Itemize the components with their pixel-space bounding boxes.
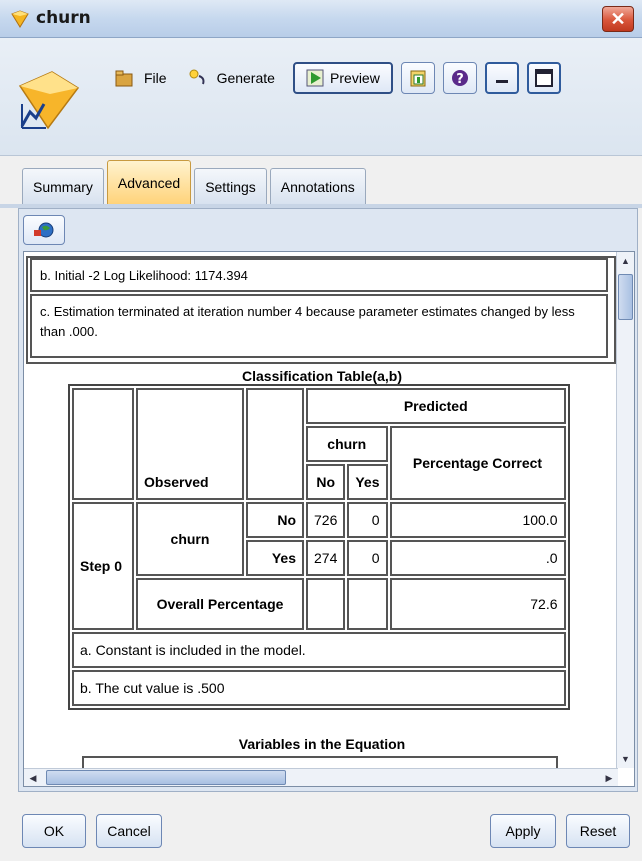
note-c: c. Estimation terminated at iteration nu… <box>30 294 608 358</box>
overall-label: Overall Percentage <box>136 578 304 630</box>
cell-no-no: 726 <box>306 502 346 538</box>
generate-icon <box>189 69 205 85</box>
node-header: File Generate Preview ? <box>0 38 642 156</box>
scroll-right-icon[interactable]: ▶ <box>600 769 618 786</box>
blank-header <box>246 388 304 500</box>
clipboard-button[interactable] <box>400 62 435 94</box>
variables-table-title: Variables in the Equation <box>238 736 406 752</box>
cell-yes-pct: .0 <box>389 540 566 576</box>
classification-table-title: Classification Table(a,b) <box>242 368 402 384</box>
horizontal-scroll-thumb[interactable] <box>46 770 286 785</box>
predicted-header: Predicted <box>306 388 566 424</box>
help-icon: ? <box>451 70 468 87</box>
cancel-button[interactable]: Cancel <box>96 814 162 848</box>
close-button[interactable]: ✕ <box>602 6 634 32</box>
note-b: b. Initial -2 Log Likelihood: 1174.394 <box>30 258 608 292</box>
overall-yes-cell <box>347 578 388 630</box>
export-output-button[interactable] <box>23 215 65 245</box>
cell-yes-yes: 0 <box>347 540 388 576</box>
cell-yes-no: 274 <box>306 540 346 576</box>
generate-menu[interactable]: Generate <box>177 62 285 94</box>
step-label: Step 0 <box>72 502 134 630</box>
close-icon: ✕ <box>610 9 626 29</box>
ok-button[interactable]: OK <box>22 814 86 848</box>
no-col-header: No <box>306 464 346 500</box>
vertical-scroll-thumb[interactable] <box>618 274 633 320</box>
yes-col-header: Yes <box>347 464 388 500</box>
classification-table: Observed Predicted churn Percentage Corr… <box>68 384 570 710</box>
tab-annotations[interactable]: Annotations <box>269 168 366 204</box>
corner-cell <box>72 388 134 500</box>
help-button[interactable]: ? <box>442 62 477 94</box>
footnote-b: b. The cut value is .500 <box>72 670 566 706</box>
file-menu-label: File <box>144 70 167 86</box>
file-menu[interactable]: File <box>104 62 177 94</box>
minimize-button[interactable] <box>484 62 519 94</box>
tab-summary[interactable]: Summary <box>22 168 104 204</box>
title-bar: churn ✕ <box>0 0 642 38</box>
diamond-node-icon <box>11 10 29 28</box>
preview-label: Preview <box>330 70 380 86</box>
tab-settings[interactable]: Settings <box>194 168 267 204</box>
dialog-footer: OK Cancel Apply Reset <box>0 800 642 861</box>
clipboard-icon <box>410 70 426 87</box>
horizontal-scrollbar[interactable]: ◀ ▶ <box>24 768 618 786</box>
model-nugget-icon <box>18 71 80 130</box>
apply-button[interactable]: Apply <box>490 814 556 848</box>
churn-col-header: churn <box>306 426 388 462</box>
preview-icon <box>306 69 324 87</box>
svg-text:?: ? <box>456 72 464 87</box>
scroll-down-icon[interactable]: ▼ <box>618 750 633 768</box>
minimize-icon <box>495 80 508 83</box>
cell-no-yes: 0 <box>347 502 388 538</box>
row-no-label: No <box>246 502 304 538</box>
preview-button[interactable]: Preview <box>292 62 393 94</box>
churn-row-label: churn <box>136 502 244 576</box>
overall-no-cell <box>306 578 346 630</box>
advanced-panel: b. Initial -2 Log Likelihood: 1174.394 c… <box>18 208 638 792</box>
toolbar: File Generate Preview ? <box>104 60 561 96</box>
globe-export-icon <box>34 222 54 238</box>
maximize-icon <box>534 69 553 87</box>
maximize-button[interactable] <box>526 62 561 94</box>
observed-header: Observed <box>136 388 244 500</box>
generate-menu-label: Generate <box>216 70 275 86</box>
tab-advanced[interactable]: Advanced <box>106 160 192 204</box>
scroll-left-icon[interactable]: ◀ <box>24 769 42 786</box>
cell-no-pct: 100.0 <box>389 502 566 538</box>
tab-bar: Summary Advanced Settings Annotations <box>22 160 369 204</box>
footnote-a: a. Constant is included in the model. <box>72 632 566 668</box>
output-viewer[interactable]: b. Initial -2 Log Likelihood: 1174.394 c… <box>23 251 635 787</box>
overall-pct: 72.6 <box>389 578 566 630</box>
row-yes-label: Yes <box>246 540 304 576</box>
pct-correct-header: Percentage Correct <box>389 426 566 500</box>
scroll-up-icon[interactable]: ▲ <box>618 252 633 270</box>
file-icon <box>115 70 133 87</box>
reset-button[interactable]: Reset <box>566 814 630 848</box>
window-title: churn <box>36 8 91 28</box>
vertical-scrollbar[interactable]: ▲ ▼ <box>616 252 634 768</box>
